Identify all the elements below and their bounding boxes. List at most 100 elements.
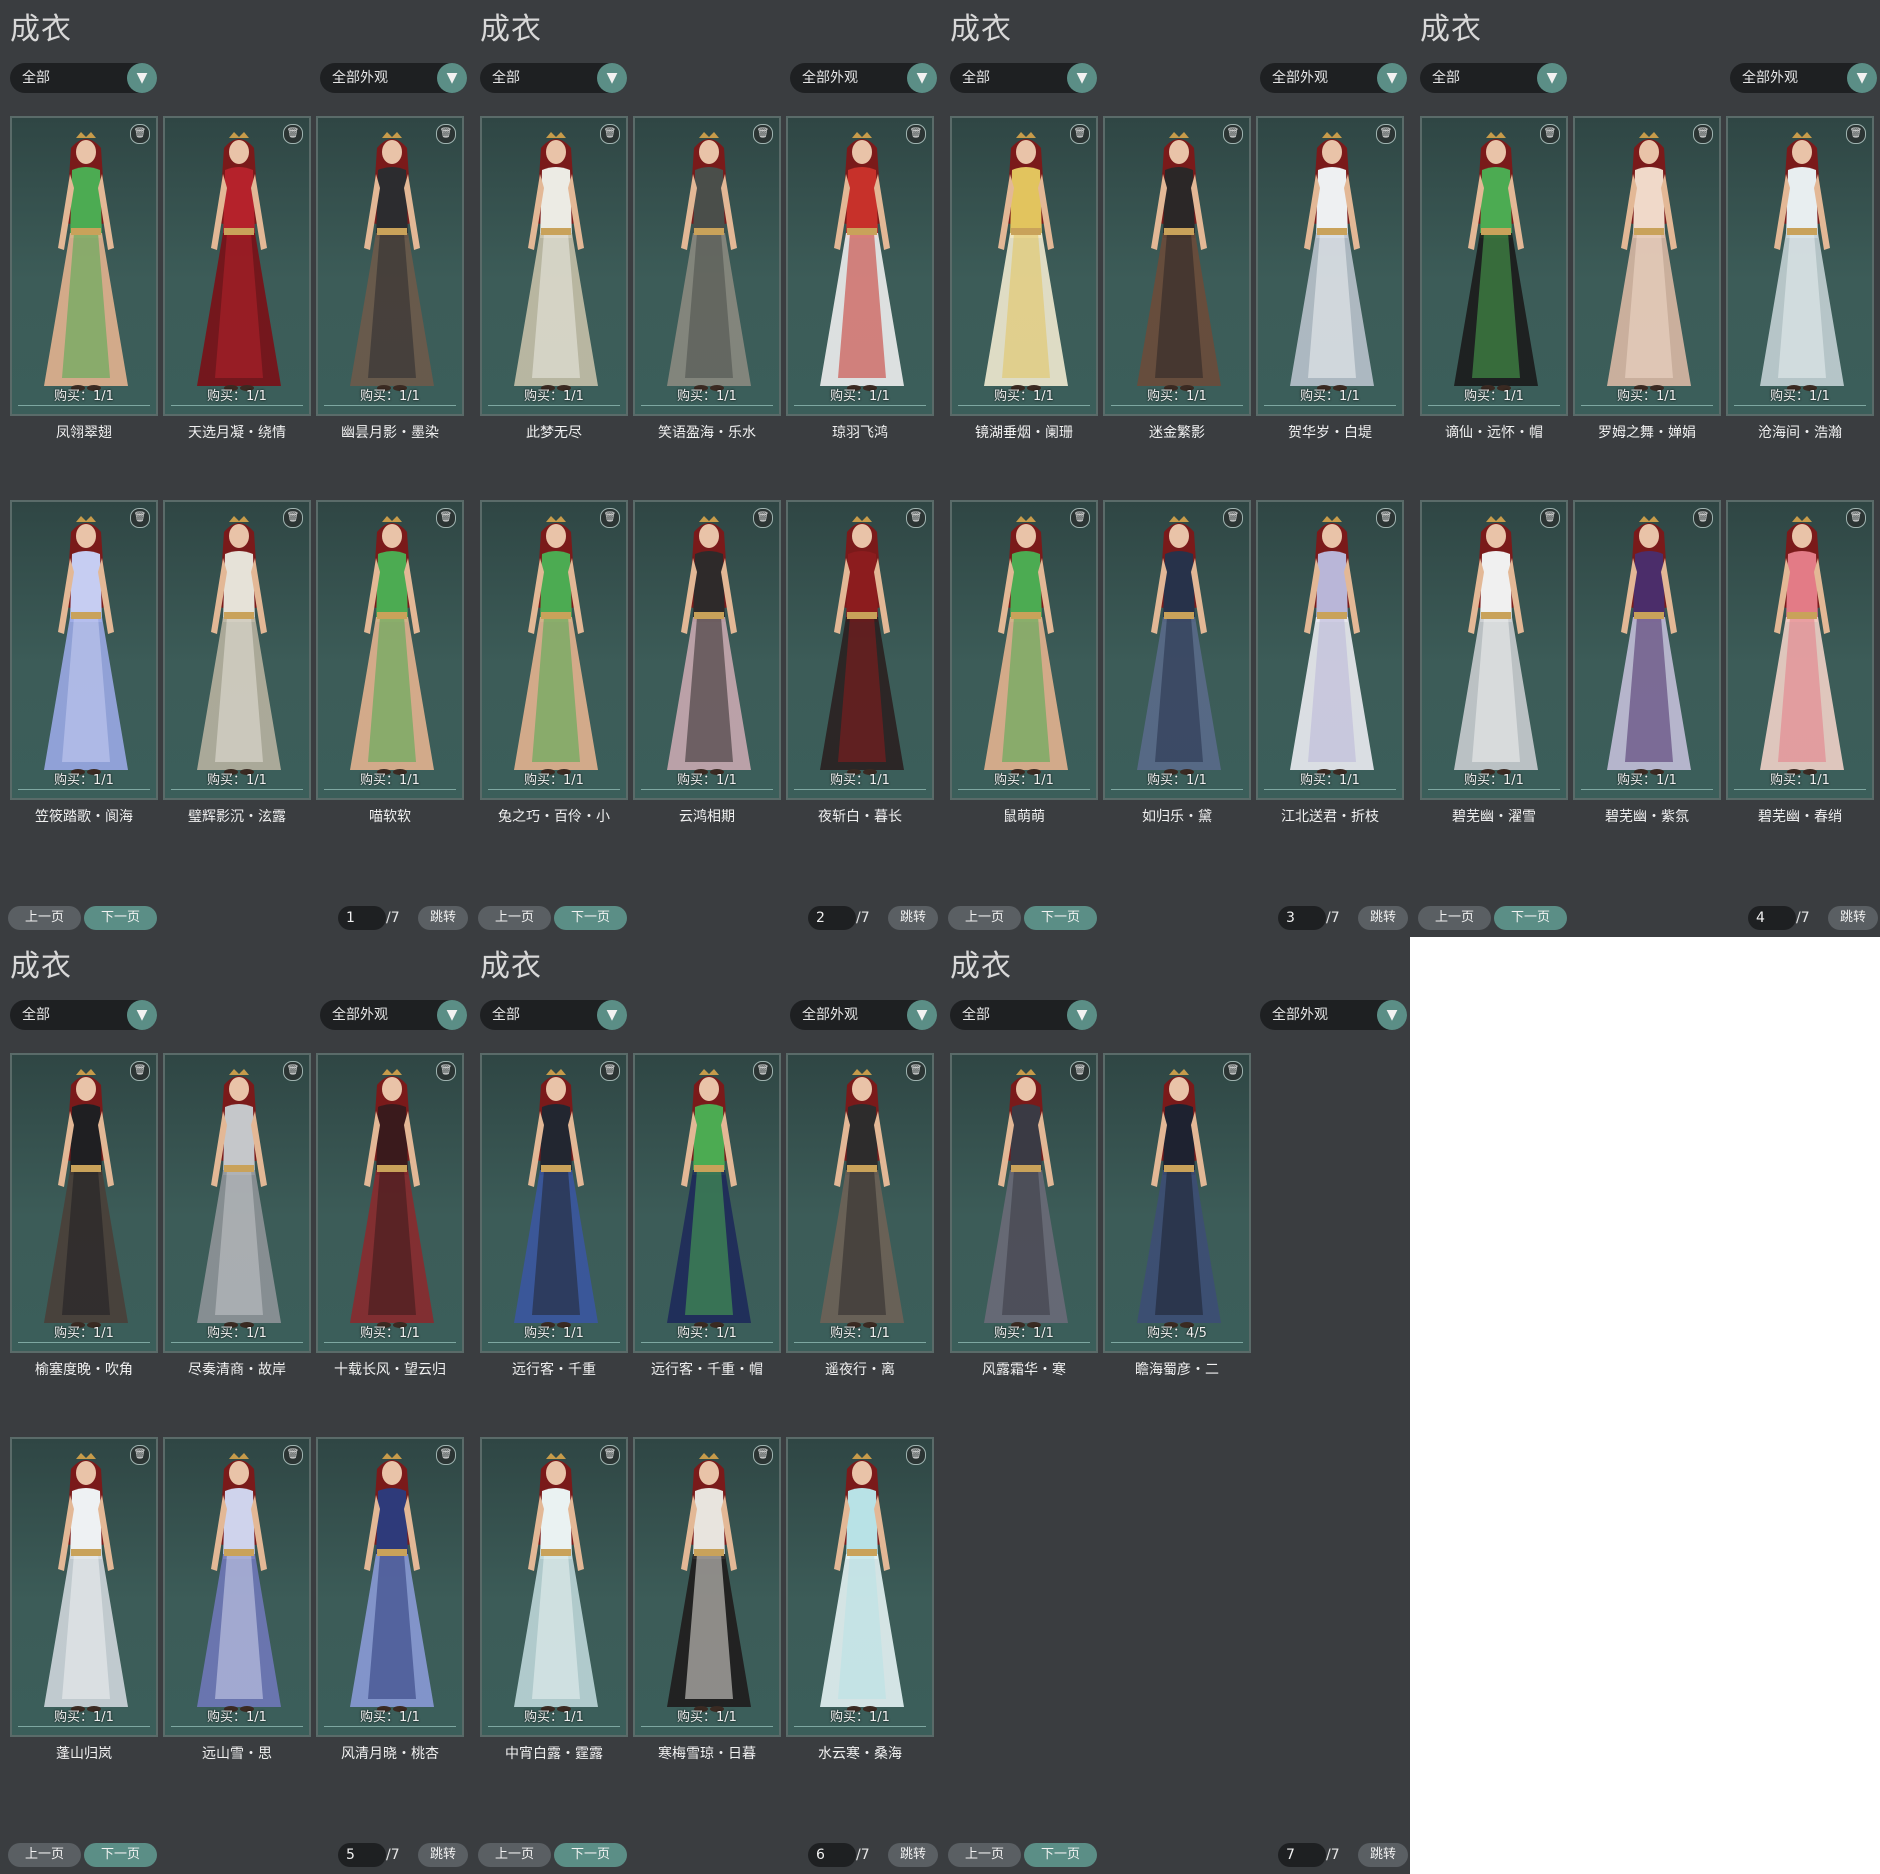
outfit-card[interactable]: 🗑 购买：1/1 xyxy=(10,1053,158,1353)
category-dropdown[interactable]: 全部 ▼ xyxy=(1420,63,1567,93)
trash-icon[interactable]: 🗑 xyxy=(906,124,926,144)
outfit-card[interactable]: 🗑 购买：1/1 xyxy=(950,116,1098,416)
trash-icon[interactable]: 🗑 xyxy=(436,124,456,144)
trash-icon[interactable]: 🗑 xyxy=(436,508,456,528)
jump-button[interactable]: 跳转 xyxy=(418,906,468,930)
outfit-card[interactable]: 🗑 购买：1/1 xyxy=(480,500,628,800)
trash-icon[interactable]: 🗑 xyxy=(1223,1061,1243,1081)
prev-page-button[interactable]: 上一页 xyxy=(1418,906,1491,930)
trash-icon[interactable]: 🗑 xyxy=(906,1445,926,1465)
trash-icon[interactable]: 🗑 xyxy=(283,124,303,144)
jump-button[interactable]: 跳转 xyxy=(1358,1843,1408,1867)
trash-icon[interactable]: 🗑 xyxy=(436,1445,456,1465)
trash-icon[interactable]: 🗑 xyxy=(600,1061,620,1081)
outfit-card[interactable]: 🗑 购买：1/1 xyxy=(316,116,464,416)
outfit-card[interactable]: 🗑 购买：1/1 xyxy=(786,1053,934,1353)
next-page-button[interactable]: 下一页 xyxy=(554,906,627,930)
page-number-input[interactable]: 4 xyxy=(1748,906,1796,930)
outfit-card[interactable]: 🗑 购买：1/1 xyxy=(633,1053,781,1353)
outfit-card[interactable]: 🗑 购买：1/1 xyxy=(316,1437,464,1737)
next-page-button[interactable]: 下一页 xyxy=(554,1843,627,1867)
outfit-card[interactable]: 🗑 购买：1/1 xyxy=(786,1437,934,1737)
appearance-dropdown[interactable]: 全部外观 ▼ xyxy=(1730,63,1877,93)
trash-icon[interactable]: 🗑 xyxy=(1070,508,1090,528)
trash-icon[interactable]: 🗑 xyxy=(1376,508,1396,528)
trash-icon[interactable]: 🗑 xyxy=(283,508,303,528)
next-page-button[interactable]: 下一页 xyxy=(1024,906,1097,930)
outfit-card[interactable]: 🗑 购买：1/1 xyxy=(1573,500,1721,800)
prev-page-button[interactable]: 上一页 xyxy=(478,906,551,930)
outfit-card[interactable]: 🗑 购买：1/1 xyxy=(1726,500,1874,800)
trash-icon[interactable]: 🗑 xyxy=(130,508,150,528)
appearance-dropdown[interactable]: 全部外观 ▼ xyxy=(1260,1000,1407,1030)
outfit-card[interactable]: 🗑 购买：1/1 xyxy=(480,116,628,416)
outfit-card[interactable]: 🗑 购买：1/1 xyxy=(1726,116,1874,416)
outfit-card[interactable]: 🗑 购买：1/1 xyxy=(786,116,934,416)
outfit-card[interactable]: 🗑 购买：1/1 xyxy=(950,1053,1098,1353)
trash-icon[interactable]: 🗑 xyxy=(1223,508,1243,528)
trash-icon[interactable]: 🗑 xyxy=(753,124,773,144)
trash-icon[interactable]: 🗑 xyxy=(436,1061,456,1081)
jump-button[interactable]: 跳转 xyxy=(1358,906,1408,930)
outfit-card[interactable]: 🗑 购买：1/1 xyxy=(10,116,158,416)
prev-page-button[interactable]: 上一页 xyxy=(948,906,1021,930)
category-dropdown[interactable]: 全部 ▼ xyxy=(950,63,1097,93)
category-dropdown[interactable]: 全部 ▼ xyxy=(10,63,157,93)
trash-icon[interactable]: 🗑 xyxy=(753,1061,773,1081)
outfit-card[interactable]: 🗑 购买：1/1 xyxy=(1573,116,1721,416)
outfit-card[interactable]: 🗑 购买：1/1 xyxy=(950,500,1098,800)
appearance-dropdown[interactable]: 全部外观 ▼ xyxy=(320,1000,467,1030)
trash-icon[interactable]: 🗑 xyxy=(1070,124,1090,144)
page-number-input[interactable]: 1 xyxy=(338,906,386,930)
trash-icon[interactable]: 🗑 xyxy=(130,124,150,144)
outfit-card[interactable]: 🗑 购买：1/1 xyxy=(1420,500,1568,800)
trash-icon[interactable]: 🗑 xyxy=(906,508,926,528)
trash-icon[interactable]: 🗑 xyxy=(283,1061,303,1081)
category-dropdown[interactable]: 全部 ▼ xyxy=(480,1000,627,1030)
trash-icon[interactable]: 🗑 xyxy=(130,1445,150,1465)
jump-button[interactable]: 跳转 xyxy=(888,1843,938,1867)
outfit-card[interactable]: 🗑 购买：1/1 xyxy=(480,1053,628,1353)
outfit-card[interactable]: 🗑 购买：1/1 xyxy=(163,500,311,800)
trash-icon[interactable]: 🗑 xyxy=(1376,124,1396,144)
trash-icon[interactable]: 🗑 xyxy=(753,508,773,528)
outfit-card[interactable]: 🗑 购买：1/1 xyxy=(163,1437,311,1737)
outfit-card[interactable]: 🗑 购买：1/1 xyxy=(480,1437,628,1737)
appearance-dropdown[interactable]: 全部外观 ▼ xyxy=(790,63,937,93)
trash-icon[interactable]: 🗑 xyxy=(130,1061,150,1081)
prev-page-button[interactable]: 上一页 xyxy=(8,906,81,930)
outfit-card[interactable]: 🗑 购买：1/1 xyxy=(163,1053,311,1353)
outfit-card[interactable]: 🗑 购买：1/1 xyxy=(1256,500,1404,800)
trash-icon[interactable]: 🗑 xyxy=(1540,124,1560,144)
outfit-card[interactable]: 🗑 购买：1/1 xyxy=(786,500,934,800)
outfit-card[interactable]: 🗑 购买：1/1 xyxy=(1256,116,1404,416)
outfit-card[interactable]: 🗑 购买：1/1 xyxy=(10,500,158,800)
outfit-card[interactable]: 🗑 购买：1/1 xyxy=(1103,500,1251,800)
next-page-button[interactable]: 下一页 xyxy=(1494,906,1567,930)
outfit-card[interactable]: 🗑 购买：1/1 xyxy=(1420,116,1568,416)
page-number-input[interactable]: 3 xyxy=(1278,906,1326,930)
jump-button[interactable]: 跳转 xyxy=(888,906,938,930)
outfit-card[interactable]: 🗑 购买：1/1 xyxy=(163,116,311,416)
page-number-input[interactable]: 6 xyxy=(808,1843,856,1867)
outfit-card[interactable]: 🗑 购买：1/1 xyxy=(316,1053,464,1353)
trash-icon[interactable]: 🗑 xyxy=(1223,124,1243,144)
trash-icon[interactable]: 🗑 xyxy=(906,1061,926,1081)
appearance-dropdown[interactable]: 全部外观 ▼ xyxy=(1260,63,1407,93)
trash-icon[interactable]: 🗑 xyxy=(600,1445,620,1465)
outfit-card[interactable]: 🗑 购买：1/1 xyxy=(1103,116,1251,416)
trash-icon[interactable]: 🗑 xyxy=(1540,508,1560,528)
next-page-button[interactable]: 下一页 xyxy=(1024,1843,1097,1867)
trash-icon[interactable]: 🗑 xyxy=(1070,1061,1090,1081)
outfit-card[interactable]: 🗑 购买：1/1 xyxy=(633,500,781,800)
trash-icon[interactable]: 🗑 xyxy=(600,124,620,144)
trash-icon[interactable]: 🗑 xyxy=(1846,124,1866,144)
prev-page-button[interactable]: 上一页 xyxy=(948,1843,1021,1867)
outfit-card[interactable]: 🗑 购买：1/1 xyxy=(633,116,781,416)
outfit-card[interactable]: 🗑 购买：1/1 xyxy=(10,1437,158,1737)
appearance-dropdown[interactable]: 全部外观 ▼ xyxy=(320,63,467,93)
jump-button[interactable]: 跳转 xyxy=(1828,906,1878,930)
page-number-input[interactable]: 2 xyxy=(808,906,856,930)
trash-icon[interactable]: 🗑 xyxy=(283,1445,303,1465)
outfit-card[interactable]: 🗑 购买：1/1 xyxy=(633,1437,781,1737)
